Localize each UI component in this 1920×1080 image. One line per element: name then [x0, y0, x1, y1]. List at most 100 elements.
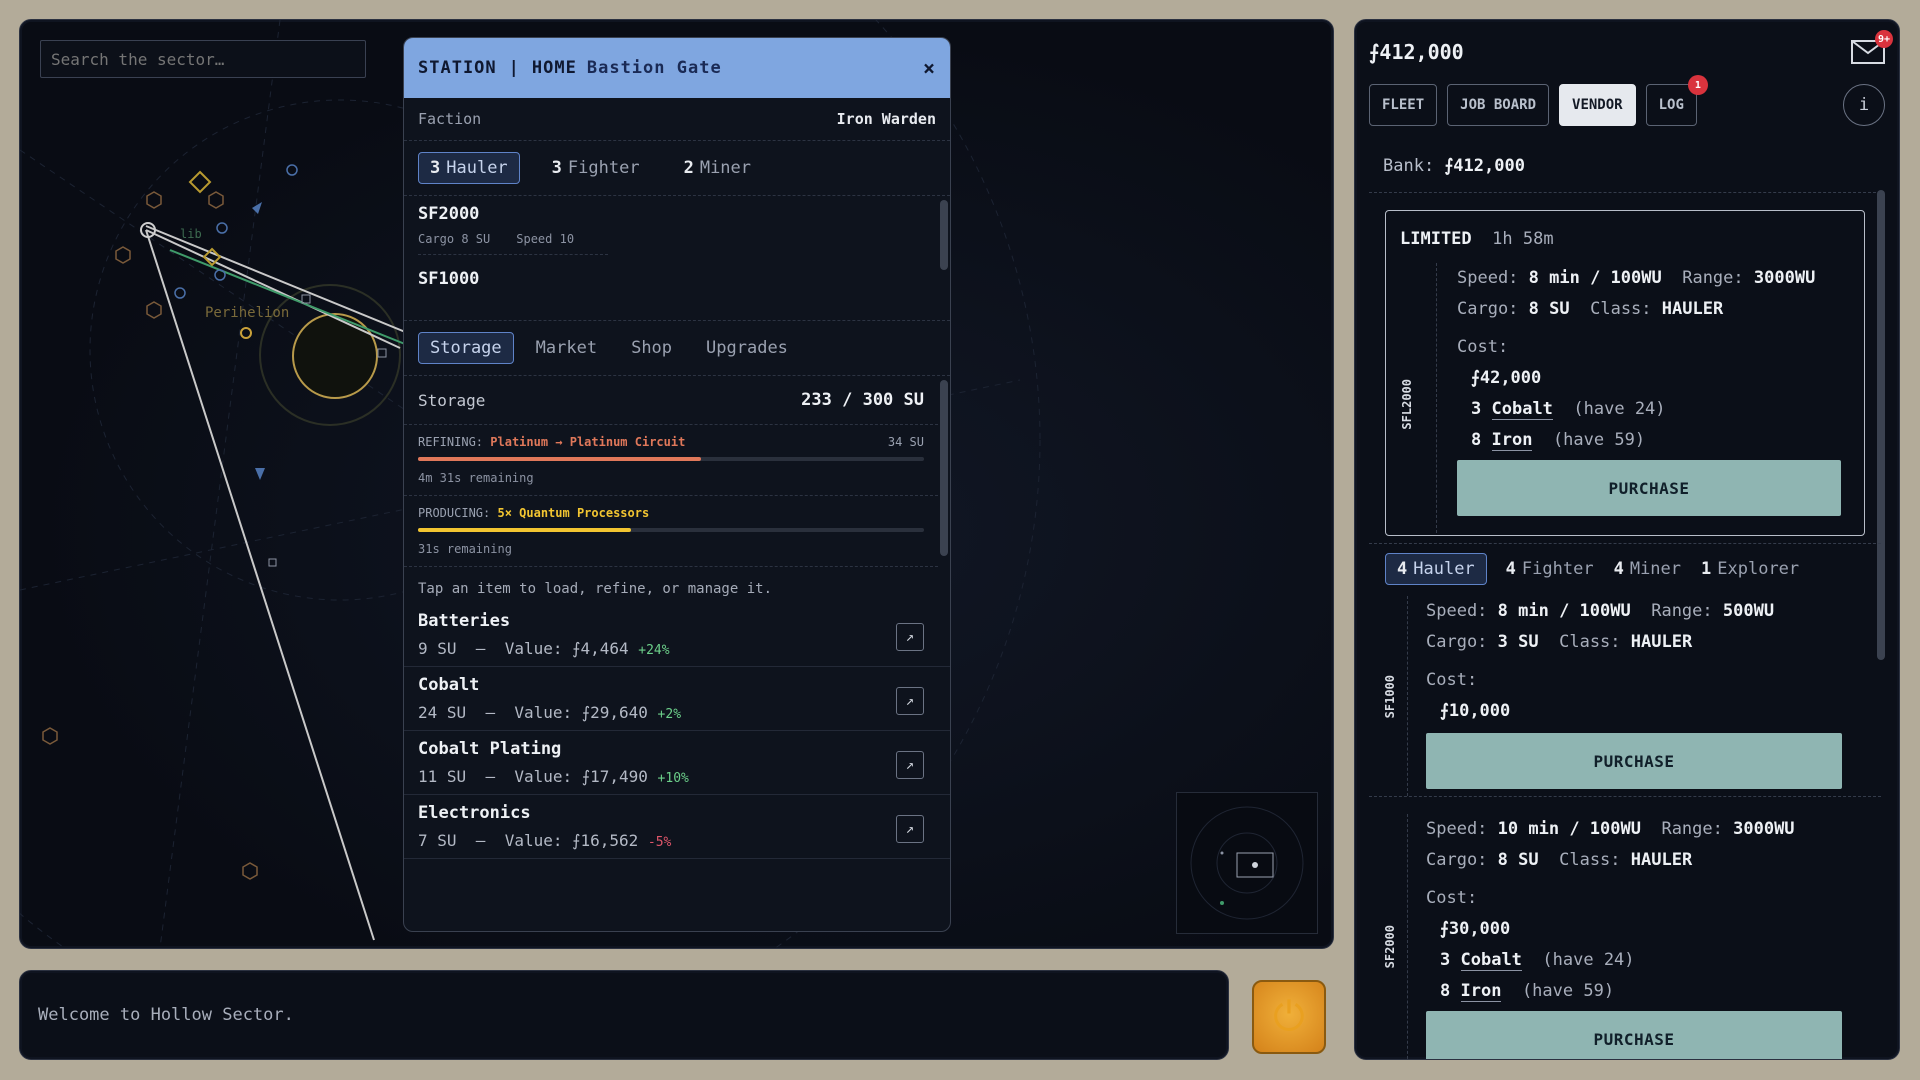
- open-item-icon[interactable]: ↗: [896, 687, 924, 715]
- bank-row: Bank: ⨍412,000: [1383, 156, 1525, 176]
- tab-storage[interactable]: Storage: [418, 332, 514, 364]
- item-value: Value: ⨍16,562: [504, 831, 639, 850]
- nav-vendor[interactable]: VENDOR: [1559, 84, 1636, 126]
- storage-scrollbar[interactable]: [940, 380, 948, 556]
- faction-label: Faction: [418, 110, 482, 128]
- refining-recipe: Platinum → Platinum Circuit: [490, 435, 686, 449]
- offer-price: ⨍30,000: [1440, 919, 1511, 939]
- tab-shop[interactable]: Shop: [619, 332, 684, 364]
- item-name: Electronics: [418, 803, 531, 823]
- storage-label: Storage: [418, 390, 486, 410]
- cost-label: Cost:: [1426, 888, 1478, 908]
- req-have: (have 24): [1573, 399, 1666, 419]
- item-delta: +24%: [638, 643, 670, 658]
- item-value: Value: ⨍29,640: [514, 703, 648, 722]
- producing-job[interactable]: PRODUCING: 5× Quantum Processors 31s rem…: [404, 496, 938, 567]
- item-delta: +2%: [657, 707, 682, 722]
- storage-item[interactable]: Cobalt 24 SU — Value: ⨍29,640 +2% ↗: [404, 667, 950, 731]
- faction-row: Faction Iron Warden: [404, 98, 950, 141]
- tab-explorer[interactable]: 1 Explorer: [1700, 553, 1800, 585]
- offer-class: HAULER: [1661, 299, 1724, 319]
- open-item-icon[interactable]: ↗: [896, 623, 924, 651]
- close-icon[interactable]: ×: [923, 56, 936, 80]
- storage-hint: Tap an item to load, refine, or manage i…: [418, 581, 773, 597]
- storage-item[interactable]: Cobalt Plating 11 SU — Value: ⨍17,490 +1…: [404, 731, 950, 795]
- item-name: Cobalt: [418, 675, 480, 695]
- item-qty: 9 SU: [418, 639, 457, 658]
- tab-fighter[interactable]: 3 Fighter: [540, 152, 652, 184]
- power-icon[interactable]: ⏻: [1252, 980, 1326, 1054]
- planet-perihelion: [292, 313, 378, 399]
- storage-capacity: 233 / 300 SU: [801, 390, 924, 410]
- nav-log[interactable]: LOG 1: [1645, 75, 1708, 126]
- lib-label: lib: [180, 227, 202, 241]
- offer-range: 500WU: [1722, 601, 1775, 621]
- faction-value: Iron Warden: [836, 110, 936, 128]
- offer-range: 3000WU: [1733, 819, 1795, 839]
- producing-recipe: 5× Quantum Processors: [497, 506, 650, 520]
- nav-job-board[interactable]: JOB BOARD: [1447, 84, 1550, 126]
- refining-label: REFINING:: [418, 435, 484, 449]
- offer-cargo: 8 SU: [1528, 299, 1570, 319]
- item-delta: -5%: [647, 835, 672, 850]
- ships-scrollbar[interactable]: [940, 200, 948, 270]
- station-name: Bastion Gate: [586, 58, 722, 78]
- minimap[interactable]: [1176, 792, 1318, 934]
- offer-cargo: 8 SU: [1497, 850, 1539, 870]
- nav-fleet[interactable]: FLEET: [1369, 84, 1438, 126]
- offer-speed: 10 min / 100WU: [1497, 819, 1641, 839]
- offer-model: SF2000: [1383, 925, 1397, 969]
- nav-log-label: LOG: [1658, 97, 1684, 113]
- purchase-button[interactable]: PURCHASE: [1426, 1011, 1842, 1059]
- tab-miner[interactable]: 4 Miner: [1613, 553, 1682, 585]
- tab-hauler[interactable]: 4 Hauler: [1385, 553, 1487, 585]
- limited-offer: LIMITED 1h 58m SFL2000 Speed: 8 min / 10…: [1385, 210, 1865, 536]
- open-item-icon[interactable]: ↗: [896, 815, 924, 843]
- offer-class: HAULER: [1630, 632, 1693, 652]
- req-resource: Iron: [1460, 981, 1502, 1002]
- info-icon[interactable]: i: [1843, 84, 1885, 126]
- offer-speed: 8 min / 100WU: [1528, 268, 1662, 288]
- ship-sf2000[interactable]: SF2000 Cargo 8 SU Speed 10: [404, 196, 950, 261]
- message-console: Welcome to Hollow Sector.: [19, 970, 1229, 1060]
- credit-balance: ⨍412,000: [1369, 40, 1464, 64]
- station-kind: STATION: [418, 58, 497, 78]
- item-qty: 24 SU: [418, 703, 467, 722]
- offer-class: HAULER: [1630, 850, 1693, 870]
- ship-sf1000[interactable]: SF1000: [404, 261, 950, 295]
- tab-upgrades[interactable]: Upgrades: [694, 332, 800, 364]
- offer-price: ⨍42,000: [1471, 368, 1542, 388]
- storage-item[interactable]: Electronics 7 SU — Value: ⨍16,562 -5% ↗: [404, 795, 950, 859]
- tab-market[interactable]: Market: [524, 332, 609, 364]
- mail-icon[interactable]: 9+: [1851, 30, 1893, 64]
- perihelion-label: Perihelion: [205, 305, 289, 321]
- bank-label: Bank:: [1383, 156, 1435, 176]
- tab-hauler[interactable]: 3 Hauler: [418, 152, 520, 184]
- sector-search-input[interactable]: [40, 40, 366, 78]
- purchase-button[interactable]: PURCHASE: [1457, 460, 1841, 516]
- limited-header: LIMITED 1h 58m: [1400, 229, 1554, 249]
- limited-tag: LIMITED: [1400, 229, 1472, 249]
- vendor-scrollbar[interactable]: [1877, 190, 1885, 660]
- ship-cargo: Cargo 8 SU: [418, 232, 491, 246]
- header-divider: |: [508, 58, 520, 78]
- item-delta: +10%: [657, 771, 689, 786]
- purchase-button[interactable]: PURCHASE: [1426, 733, 1842, 789]
- station-panel: STATION | HOME Bastion Gate × Faction Ir…: [403, 37, 951, 932]
- ship-name: SF1000: [418, 269, 480, 289]
- tab-fighter[interactable]: 4 Fighter: [1505, 553, 1595, 585]
- open-item-icon[interactable]: ↗: [896, 751, 924, 779]
- offer-model: SF1000: [1383, 675, 1397, 719]
- ship-name: SF2000: [418, 204, 480, 224]
- item-value: Value: ⨍4,464: [504, 639, 629, 658]
- tab-miner[interactable]: 2 Miner: [672, 152, 763, 184]
- log-badge: 1: [1687, 75, 1708, 95]
- storage-header: Storage 233 / 300 SU: [404, 376, 938, 425]
- vendor-class-tabs: 4 Hauler 4 Fighter 4 Miner 1 Explorer: [1385, 553, 1800, 585]
- req-have: (have 24): [1542, 950, 1635, 970]
- refining-job[interactable]: REFINING: Platinum → Platinum Circuit 34 …: [404, 425, 938, 496]
- storage-item[interactable]: Batteries 9 SU — Value: ⨍4,464 +24% ↗: [404, 603, 950, 667]
- req-resource: Cobalt: [1491, 399, 1553, 420]
- bank-value: ⨍412,000: [1444, 156, 1525, 176]
- producing-label: PRODUCING:: [418, 506, 491, 520]
